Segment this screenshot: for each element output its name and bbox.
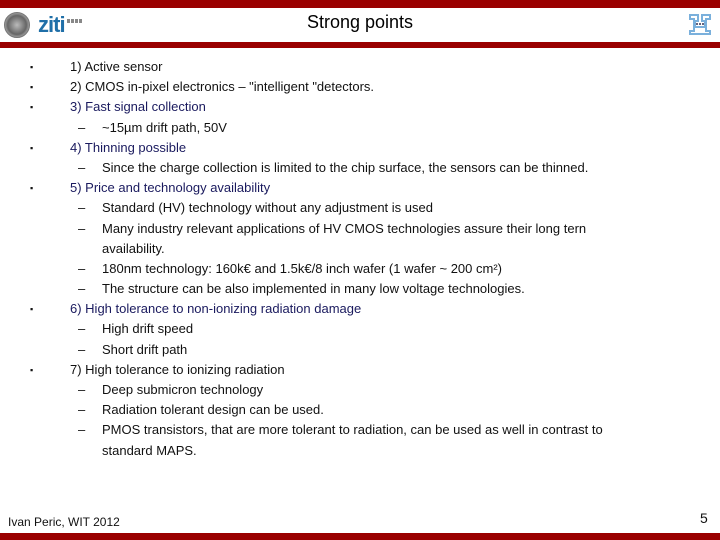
sub-point-text: Since the charge collection is limited t… [102, 159, 589, 175]
sub-point-text: The structure can be also implemented in… [102, 281, 525, 297]
sub-point-text: Standard (HV) technology without any adj… [102, 200, 433, 216]
sub-point-text: standard MAPS. [102, 442, 197, 458]
sub-point-text: High drift speed [102, 321, 194, 337]
sub-point-text: PMOS transistors, that are more tolerant… [102, 422, 603, 438]
point-item: ▪ 4) Thinning possible [0, 139, 720, 159]
dash-icon: – [78, 382, 86, 397]
sub-point-item: –180nm technology: 160k€ and 1.5k€/8 inc… [0, 260, 720, 280]
dash-icon: – [78, 422, 86, 438]
point-item: ▪ 5) Price and technology availability [0, 179, 720, 199]
bullet-icon: ▪ [30, 82, 34, 93]
sub-point-text: 180nm technology: 160k€ and 1.5k€/8 inch… [102, 260, 502, 276]
bullet-icon: ▪ [30, 304, 34, 315]
bottom-accent-bar [0, 533, 720, 540]
point-heading: 3) Fast signal collection [70, 99, 206, 115]
bullet-icon: ▪ [30, 102, 34, 113]
point-heading: 6) High tolerance to non-ionizing radiat… [70, 301, 362, 317]
header-divider-bar [0, 42, 720, 48]
sub-point-item: availability. [0, 240, 720, 260]
point-heading: 1) Active sensor [70, 59, 163, 74]
dash-icon: – [78, 321, 86, 337]
dash-icon: – [78, 159, 86, 175]
sub-point-item: – PMOS transistors, that are more toleran… [0, 421, 720, 441]
sub-point-item: – High drift speed [0, 320, 720, 340]
sub-point-text: Deep submicron technology [102, 382, 264, 397]
sub-point-item: – ~15µm drift path, 50V [0, 119, 720, 139]
dash-icon: – [78, 220, 86, 236]
point-item: ▪ 3) Fast signal collection [0, 98, 720, 118]
sub-point-text: Many industry relevant applications of H… [102, 220, 587, 236]
dash-icon: – [78, 402, 86, 418]
footer-author: Ivan Peric, WIT 2012 [8, 515, 120, 529]
sub-point-item: – Deep submicron technology [0, 381, 720, 401]
dash-icon: – [78, 200, 86, 216]
point-item: ▪ 1) Active sensor [0, 58, 720, 78]
sub-point-item: – Since the charge collection is limited … [0, 159, 720, 179]
sub-point-text: ~15µm drift path, 50V [102, 119, 227, 135]
sub-point-text: availability. [102, 240, 165, 256]
sub-point-item: standard MAPS. [0, 442, 720, 462]
bullet-icon: ▪ [30, 142, 34, 153]
sub-point-item: – Standard (HV) technology without any ad… [0, 199, 720, 219]
point-heading: 2) CMOS in-pixel electronics – "intellig… [70, 79, 375, 95]
dash-icon: – [78, 260, 86, 276]
sub-point-text: Short drift path [102, 341, 188, 357]
dash-icon: – [78, 341, 86, 357]
institute-logo-icon [689, 14, 711, 35]
sub-point-text: Radiation tolerant design can be used. [102, 402, 324, 418]
bullet-icon: ▪ [30, 364, 34, 375]
sub-point-item: – Many industry relevant applications of … [0, 220, 720, 240]
point-item: ▪ 7) High tolerance to ionizing radiation [0, 361, 720, 381]
slide-content: ▪ 1) Active sensor ▪ 2) CMOS in-pixel elect… [0, 58, 720, 462]
sub-point-item: – Radiation tolerant design can be used. [0, 401, 720, 421]
slide-title: Strong points [306, 12, 414, 32]
bullet-icon: ▪ [30, 183, 34, 194]
point-heading: 7) High tolerance to ionizing radiation [70, 361, 285, 377]
point-heading: 4) Thinning possible [70, 139, 187, 155]
sub-point-item: – The structure can be also implemented i… [0, 280, 720, 300]
page-number: 5 [700, 510, 708, 526]
point-heading: 5) Price and technology availability [70, 180, 271, 196]
point-item: ▪ 6) High tolerance to non-ionizing radia… [0, 300, 720, 320]
top-accent-bar [0, 0, 720, 8]
bullet-icon: ▪ [30, 62, 34, 72]
dash-icon: – [78, 281, 86, 297]
point-item: ▪ 2) CMOS in-pixel electronics – "intelli… [0, 78, 720, 98]
dash-icon: – [78, 119, 86, 135]
sub-point-item: – Short drift path [0, 341, 720, 361]
